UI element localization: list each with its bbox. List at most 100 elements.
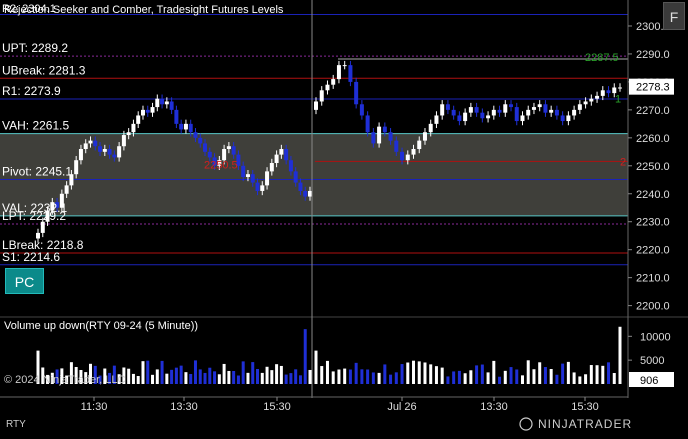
volume-bar — [179, 365, 183, 384]
volume-bar — [343, 368, 347, 384]
chart-title: Rejection Seeker and Comber, Tradesight … — [4, 4, 284, 16]
y-tick-label: 2270.0 — [636, 105, 670, 117]
volume-bar — [538, 362, 542, 384]
y-tick-label: 2220.0 — [636, 245, 670, 257]
y-tick-label: 2290.0 — [636, 49, 670, 61]
volume-bar — [589, 365, 593, 384]
candle-body — [572, 109, 577, 116]
chart-window: Volume up down(RTY 09-24 (5 Minute)) © 20… — [0, 0, 688, 434]
candle-body — [193, 132, 198, 138]
volume-bar — [165, 373, 169, 384]
candle-body — [293, 171, 298, 183]
f-button[interactable]: F — [663, 2, 685, 30]
price-chart[interactable]: Volume up down(RTY 09-24 (5 Minute)) © 20… — [0, 0, 688, 434]
volume-bar — [618, 326, 622, 384]
candle-body — [308, 190, 312, 197]
volume-bar — [377, 372, 381, 384]
candle-body — [107, 149, 112, 155]
candle-body — [164, 101, 169, 105]
candle-body — [260, 185, 265, 191]
volume-bar — [406, 362, 410, 384]
annotation-text: 2250.5 — [204, 159, 238, 171]
volume-bar — [475, 365, 479, 384]
candle-body — [319, 90, 324, 102]
volume-bar — [270, 370, 274, 384]
volume-bar — [452, 371, 456, 384]
vol-tick-label: 10000 — [640, 331, 671, 343]
candle-body — [348, 65, 353, 82]
candle-body — [314, 101, 318, 110]
candle-body — [179, 123, 184, 130]
volume-bar — [184, 372, 188, 384]
volume-bar — [520, 375, 524, 384]
volume-bar — [561, 363, 565, 384]
volume-bar — [141, 361, 145, 384]
volume-bar — [203, 372, 207, 384]
candle-body — [78, 149, 83, 161]
volume-bar — [174, 367, 178, 384]
candle-body — [255, 182, 260, 191]
candle-body — [560, 115, 565, 122]
volume-bar — [251, 362, 255, 384]
volume-bar — [457, 370, 461, 384]
price-panel — [0, 14, 628, 266]
volume-bar — [127, 368, 131, 384]
volume-bar — [492, 360, 496, 384]
candle-body — [554, 109, 559, 116]
volume-bar — [383, 364, 387, 384]
x-tick-label: 15:30 — [571, 401, 599, 413]
candle-body — [245, 174, 250, 177]
candle-body — [422, 132, 427, 141]
brand-icon — [519, 417, 533, 431]
candle-body — [226, 146, 231, 150]
candle-body — [64, 185, 69, 194]
pc-button[interactable]: PC — [5, 268, 44, 294]
candle-body — [400, 151, 405, 161]
volume-bar — [232, 371, 236, 384]
candle-body — [303, 190, 308, 197]
candle-body — [269, 163, 274, 172]
level-label: VAH: 2261.5 — [2, 119, 69, 133]
candle-body — [428, 123, 433, 133]
candle-body — [131, 123, 136, 133]
annotation-text: 2 — [620, 156, 626, 168]
candle-body — [417, 140, 422, 150]
candle-body — [93, 140, 98, 147]
candle-body — [480, 112, 485, 119]
volume-bar — [236, 375, 240, 384]
candle-body — [612, 87, 617, 94]
volume-bar — [612, 373, 616, 384]
volume-bar — [543, 367, 547, 384]
copyright-text: © 2024 NinjaTrader, LLC — [4, 374, 125, 386]
candle-body — [155, 98, 160, 108]
volume-bar — [549, 369, 553, 384]
annotation-text: 1 — [615, 94, 621, 106]
y-tick-label: 2260.0 — [636, 133, 670, 145]
candle-body — [606, 90, 611, 94]
candle-body — [371, 132, 376, 144]
candle-body — [434, 115, 439, 124]
volume-bar — [389, 374, 393, 384]
candle-body — [394, 140, 399, 152]
candle-body — [526, 109, 531, 116]
candle-body — [160, 98, 165, 105]
volume-bar — [555, 374, 559, 384]
candle-body — [537, 104, 542, 108]
volume-bar — [394, 372, 398, 384]
brand-logo: NINJATRADER — [538, 417, 632, 431]
candle-body — [284, 149, 289, 161]
volume-bar — [515, 369, 519, 384]
candle-body — [112, 154, 117, 158]
last-volume-label: 906 — [640, 375, 658, 387]
level-label: UPT: 2289.2 — [2, 41, 68, 55]
candle-body — [183, 123, 188, 130]
volume-bar — [509, 367, 513, 384]
volume-bar — [601, 365, 605, 384]
volume-bar — [503, 370, 507, 384]
candle-body — [491, 109, 496, 116]
candle-body — [140, 109, 145, 116]
candle-body — [595, 95, 600, 99]
annotation-text: 2287.5 — [585, 52, 619, 64]
volume-bar — [400, 364, 404, 384]
candle-body — [265, 171, 270, 186]
